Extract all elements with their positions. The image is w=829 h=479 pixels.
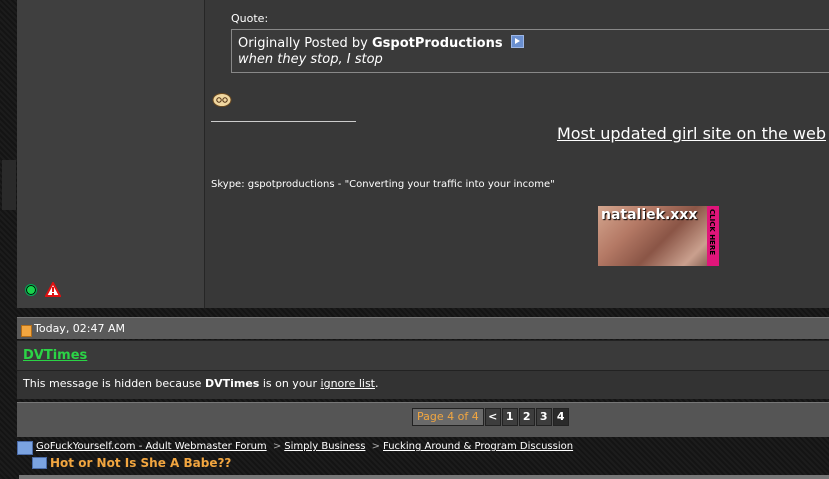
current-page: 4 <box>552 408 569 426</box>
hidden-suffix: . <box>375 377 379 390</box>
quote-attribution: Originally Posted by GspotProductions <box>238 35 524 51</box>
pagination: Page 4 of 4 < 1 2 3 4 <box>412 408 569 426</box>
forum-home-icon[interactable] <box>17 441 33 455</box>
hidden-user: DVTimes <box>204 377 260 390</box>
prev-page-button[interactable]: < <box>484 408 501 426</box>
hidden-message: This message is hidden because DVTimes i… <box>23 377 379 390</box>
bottom-bar <box>19 475 829 479</box>
quote-label: Quote: <box>231 12 269 25</box>
post-date: Today, 02:47 AM <box>34 322 126 335</box>
left-edge-strip <box>0 0 17 479</box>
post-user-row: DVTimes <box>17 340 829 371</box>
edge-decoration <box>2 160 16 210</box>
forum-post: Quote: Originally Posted by GspotProduct… <box>17 0 829 308</box>
view-post-icon[interactable] <box>510 35 524 48</box>
breadcrumb-links: GoFuckYourself.com - Adult Webmaster For… <box>36 441 573 452</box>
quote-box: Originally Posted by GspotProductions wh… <box>231 29 829 73</box>
breadcrumb-separator: > <box>371 441 381 452</box>
breadcrumb: GoFuckYourself.com - Adult Webmaster For… <box>17 440 829 479</box>
post-icon <box>21 325 32 337</box>
signature-divider <box>211 121 356 122</box>
page-3-button[interactable]: 3 <box>535 408 552 426</box>
post-user-pane <box>17 0 205 308</box>
smiley-icon <box>212 93 232 107</box>
online-status-icon <box>25 284 37 296</box>
breadcrumb-forum-home[interactable]: GoFuckYourself.com - Adult Webmaster For… <box>36 441 267 452</box>
pagination-bar: Page 4 of 4 < 1 2 3 4 <box>17 402 829 437</box>
post-header: Today, 02:47 AM <box>17 317 829 339</box>
breadcrumb-simply-business[interactable]: Simply Business <box>284 441 365 452</box>
page-2-button[interactable]: 2 <box>518 408 535 426</box>
page-count-label: Page 4 of 4 <box>412 408 484 426</box>
hidden-message-row: This message is hidden because DVTimes i… <box>17 370 829 399</box>
breadcrumb-fucking-around[interactable]: Fucking Around & Program Discussion <box>383 441 573 452</box>
hidden-prefix: This message is hidden because <box>23 377 205 390</box>
hidden-mid: is on your <box>259 377 321 390</box>
banner-side: CLICK HERE <box>707 206 719 266</box>
ignore-list-link[interactable]: ignore list <box>321 377 375 390</box>
quote-author: GspotProductions <box>371 36 503 51</box>
post-body: Quote: Originally Posted by GspotProduct… <box>205 0 829 308</box>
signature-text: Skype: gspotproductions - "Converting yo… <box>211 179 555 190</box>
quote-text: when they stop, I stop <box>238 52 383 67</box>
breadcrumb-separator: > <box>272 441 282 452</box>
username-link[interactable]: DVTimes <box>23 348 87 363</box>
quote-prefix: Originally Posted by <box>238 36 368 51</box>
folder-icon <box>32 457 47 469</box>
banner-side-text: CLICK HERE <box>708 208 717 256</box>
thread-title: Hot or Not Is She A Babe?? <box>50 456 232 470</box>
signature-banner[interactable]: nataliek.xxx CLICK HERE <box>598 206 719 266</box>
signature-link[interactable]: Most updated girl site on the web <box>557 124 826 143</box>
page-1-button[interactable]: 1 <box>501 408 518 426</box>
report-post-icon[interactable] <box>45 282 61 297</box>
banner-text: nataliek.xxx <box>601 207 698 223</box>
